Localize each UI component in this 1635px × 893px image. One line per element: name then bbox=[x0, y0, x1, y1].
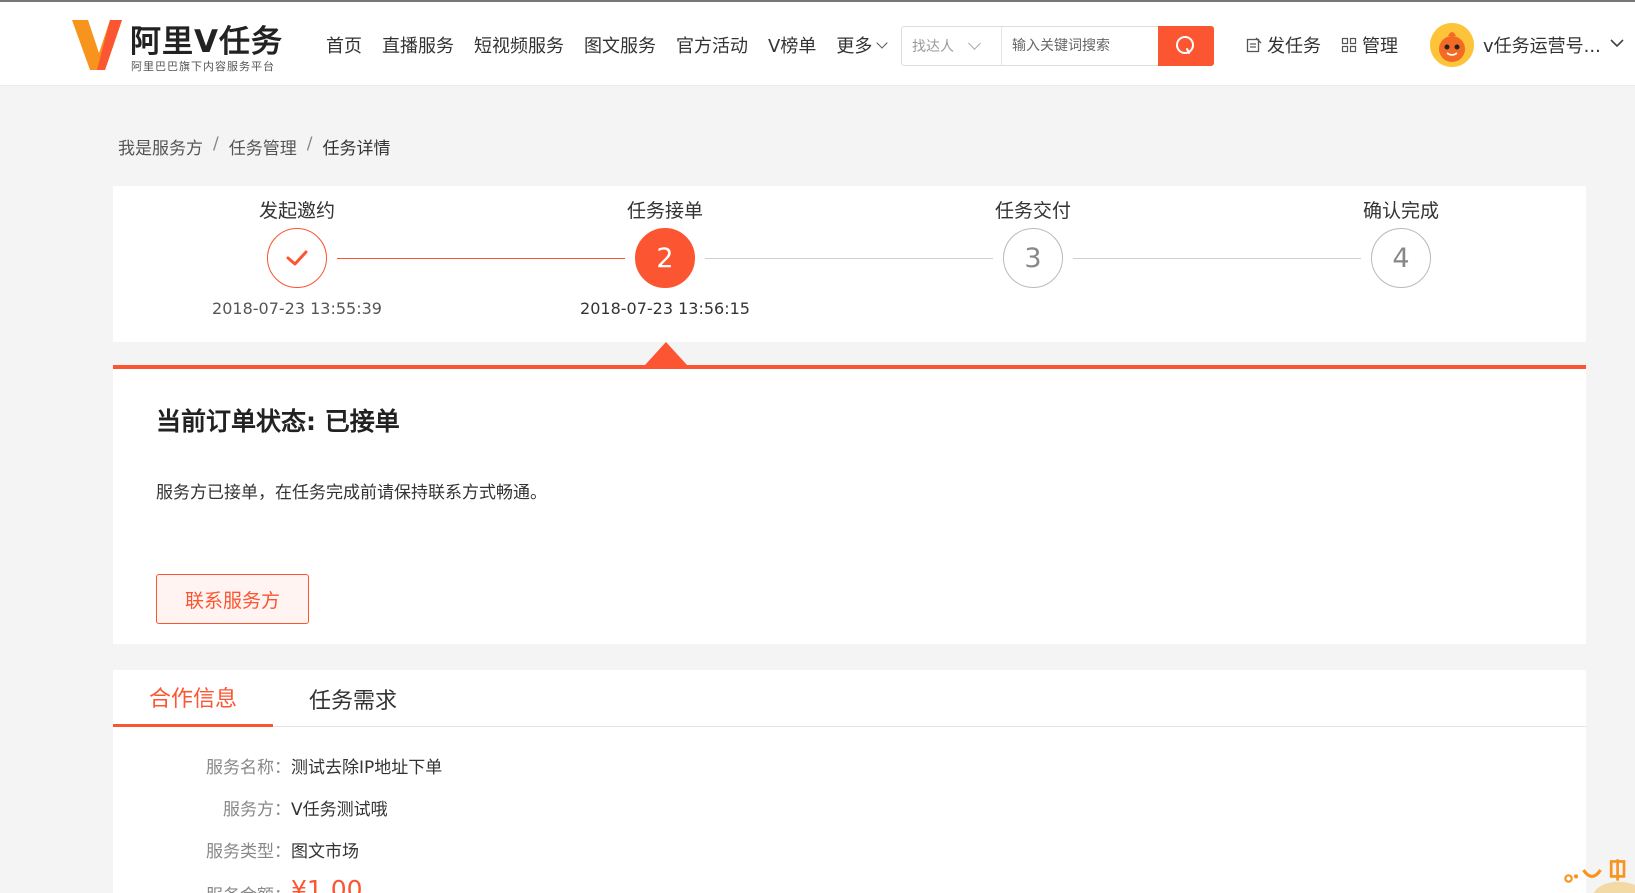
search-bar: 找达人 bbox=[901, 26, 1214, 66]
step-label: 任务交付 bbox=[994, 200, 1071, 222]
info-row-service-provider: 服务方： V任务测试哦 bbox=[135, 795, 388, 820]
breadcrumb-separator: / bbox=[213, 134, 219, 154]
breadcrumb-task-management[interactable]: 任务管理 bbox=[229, 134, 297, 159]
logo-v-icon bbox=[72, 20, 122, 70]
nav-home[interactable]: 首页 bbox=[326, 32, 362, 58]
info-label: 服务类型： bbox=[206, 842, 291, 862]
check-icon bbox=[286, 250, 308, 266]
nav-more[interactable]: 更多 bbox=[836, 32, 888, 58]
search-type-select[interactable]: 找达人 bbox=[902, 27, 1002, 65]
info-label: 服务名称： bbox=[206, 758, 291, 778]
info-value: V任务测试哦 bbox=[291, 800, 388, 820]
step-time: 2018-07-23 13:56:15 bbox=[580, 299, 750, 318]
logo-subtitle: 阿里巴巴旗下内容服务平台 bbox=[131, 60, 275, 73]
info-row-service-amount: 服务金额： ¥1.00 bbox=[135, 875, 363, 893]
step-label: 确认完成 bbox=[1362, 200, 1439, 222]
order-status-title: 当前订单状态: 已接单 bbox=[156, 407, 400, 436]
info-label: 服务金额： bbox=[135, 881, 291, 893]
grid-icon bbox=[1341, 37, 1357, 53]
nav-v-ranking[interactable]: V榜单 bbox=[768, 32, 816, 58]
avatar[interactable] bbox=[1430, 23, 1474, 67]
main-nav: 首页 直播服务 短视频服务 图文服务 官方活动 V榜单 更多 bbox=[326, 32, 906, 58]
edit-icon bbox=[1246, 37, 1262, 53]
info-tabs: 合作信息 任务需求 bbox=[113, 670, 1586, 727]
info-value: 测试去除IP地址下单 bbox=[291, 758, 443, 778]
info-row-service-name: 服务名称： 测试去除IP地址下单 bbox=[135, 753, 442, 778]
active-step-pointer bbox=[645, 342, 687, 365]
publish-task-link[interactable]: 发任务 bbox=[1246, 32, 1321, 58]
step-connector bbox=[337, 258, 625, 259]
breadcrumb-separator: / bbox=[306, 134, 313, 154]
step-circle: 4 bbox=[1371, 228, 1431, 288]
chevron-down-icon bbox=[876, 36, 888, 49]
manage-link[interactable]: 管理 bbox=[1341, 32, 1398, 58]
nav-image-text-service[interactable]: 图文服务 bbox=[584, 32, 656, 58]
nav-live-service[interactable]: 直播服务 bbox=[382, 32, 454, 58]
avatar-mascot-icon bbox=[1430, 23, 1474, 67]
step-connector bbox=[705, 258, 993, 259]
step-connector bbox=[1073, 258, 1361, 259]
top-header: 阿里V任务 阿里巴巴旗下内容服务平台 首页 直播服务 短视频服务 图文服务 官方… bbox=[0, 0, 1635, 86]
nav-more-label: 更多 bbox=[836, 36, 873, 57]
cooperation-info-panel: 合作信息 任务需求 服务名称： 测试去除IP地址下单 服务方： V任务测试哦 服… bbox=[113, 670, 1586, 893]
order-status-panel: 当前订单状态: 已接单 服务方已接单，在任务完成前请保持联系方式畅通。 联系服务… bbox=[113, 365, 1586, 644]
tab-task-requirements[interactable]: 任务需求 bbox=[273, 670, 433, 727]
floating-mascot-icon[interactable] bbox=[1560, 858, 1635, 893]
step-circle: 3 bbox=[1003, 228, 1063, 288]
breadcrumb-task-detail: 任务详情 bbox=[322, 139, 391, 159]
step-time: 2018-07-23 13:55:39 bbox=[212, 299, 382, 318]
chevron-down-icon[interactable] bbox=[1610, 38, 1624, 48]
step-circle bbox=[267, 228, 327, 288]
chevron-down-icon bbox=[968, 37, 981, 50]
nav-short-video-service[interactable]: 短视频服务 bbox=[474, 32, 564, 58]
publish-task-label: 发任务 bbox=[1267, 36, 1321, 57]
info-label: 服务方： bbox=[223, 800, 291, 820]
breadcrumb-service-provider[interactable]: 我是服务方 bbox=[118, 134, 203, 159]
logo-title: 阿里V任务 bbox=[130, 24, 283, 60]
username[interactable]: v任务运营号... bbox=[1483, 32, 1601, 58]
step-label: 任务接单 bbox=[626, 200, 703, 222]
order-status-description: 服务方已接单，在任务完成前请保持联系方式畅通。 bbox=[156, 483, 547, 503]
info-value: ¥1.00 bbox=[291, 875, 363, 893]
search-input[interactable] bbox=[1002, 27, 1159, 65]
search-icon bbox=[1176, 36, 1194, 54]
step-circle: 2 bbox=[635, 228, 695, 288]
manage-label: 管理 bbox=[1362, 36, 1398, 57]
step-label: 发起邀约 bbox=[258, 200, 335, 222]
info-value: 图文市场 bbox=[291, 842, 359, 862]
info-row-service-type: 服务类型： 图文市场 bbox=[135, 837, 359, 862]
progress-steps: 发起邀约 2018-07-23 13:55:39 任务接单 2 2018-07-… bbox=[113, 186, 1586, 342]
tab-cooperation-info[interactable]: 合作信息 bbox=[113, 670, 273, 727]
nav-official-activity[interactable]: 官方活动 bbox=[676, 32, 748, 58]
search-type-label: 找达人 bbox=[912, 39, 954, 55]
contact-service-provider-button[interactable]: 联系服务方 bbox=[156, 574, 309, 624]
logo[interactable]: 阿里V任务 阿里巴巴旗下内容服务平台 bbox=[72, 16, 297, 76]
breadcrumb: 我是服务方 / 任务管理 / 任务详情 bbox=[118, 134, 390, 159]
search-button[interactable] bbox=[1158, 26, 1214, 66]
